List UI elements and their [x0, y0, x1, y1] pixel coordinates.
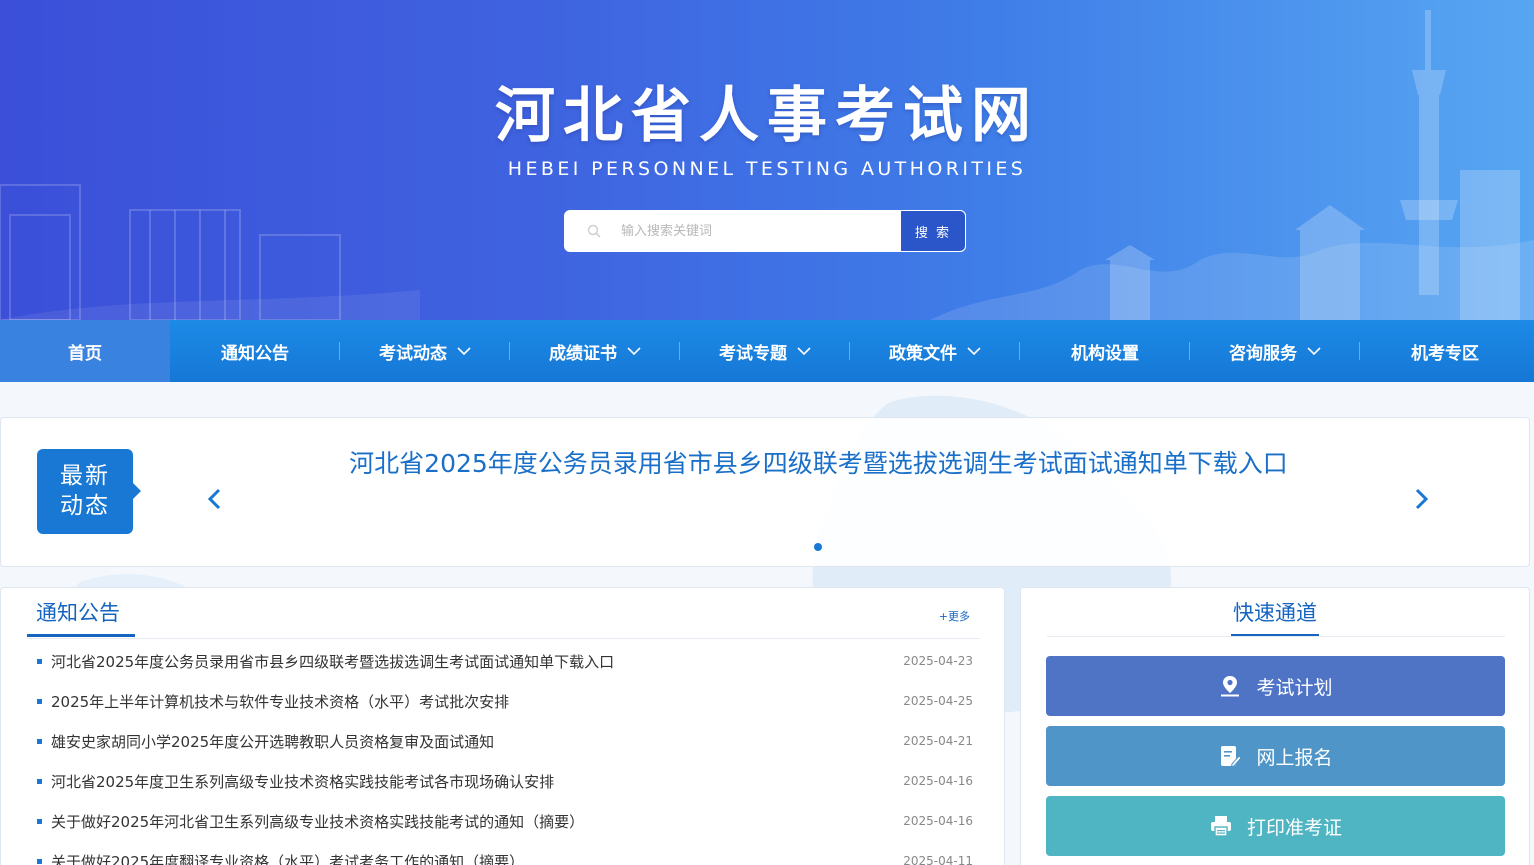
map-pin-icon	[1221, 676, 1240, 697]
search-icon	[587, 224, 601, 238]
nav-item-label: 咨询服务	[1229, 343, 1297, 364]
nav-item-organization[interactable]: 机构设置	[1020, 320, 1190, 382]
notice-list: 河北省2025年度公务员录用省市县乡四级联考暨选拔选调生考试面试通知单下载入口 …	[37, 641, 973, 865]
badge-line: 最新	[60, 463, 110, 489]
notice-item[interactable]: 河北省2025年度卫生系列高级专业技术资格实践技能考试各市现场确认安排 2025…	[37, 761, 973, 801]
nav-item-consulting[interactable]: 咨询服务	[1190, 320, 1360, 382]
notice-date: 2025-04-16	[903, 774, 973, 788]
edit-form-icon	[1221, 746, 1243, 768]
carousel-dot[interactable]	[814, 543, 822, 551]
nav-item-notices[interactable]: 通知公告	[170, 320, 340, 382]
button-label: 网上报名	[1256, 746, 1333, 769]
bullet-icon	[37, 738, 42, 744]
site-header: 河北省人事考试网 HEBEI PERSONNEL TESTING AUTHORI…	[0, 0, 1534, 320]
chevron-down-icon	[967, 346, 981, 355]
notice-title: 关于做好2025年河北省卫生系列高级专业技术资格实践技能考试的通知（摘要）	[51, 812, 585, 831]
bullet-icon	[37, 858, 42, 864]
nav-item-computer-exam[interactable]: 机考专区	[1360, 320, 1530, 382]
nav-item-scores-certificates[interactable]: 成绩证书	[510, 320, 680, 382]
site-subtitle: HEBEI PERSONNEL TESTING AUTHORITIES	[507, 158, 1027, 180]
notice-title: 河北省2025年度卫生系列高级专业技术资格实践技能考试各市现场确认安排	[51, 772, 555, 791]
button-label: 打印准考证	[1246, 816, 1342, 839]
more-link[interactable]: +更多	[939, 608, 970, 624]
title-underline	[1231, 634, 1319, 636]
search-button[interactable]: 搜 索	[900, 210, 966, 252]
nav-item-label: 机考专区	[1411, 343, 1479, 364]
chevron-down-icon	[797, 346, 811, 355]
badge-line: 动态	[60, 493, 110, 519]
search-input[interactable]	[621, 211, 881, 251]
nav-item-label: 成绩证书	[549, 343, 617, 364]
printer-icon	[1210, 816, 1231, 837]
panel-title: 快速通道	[1233, 601, 1317, 625]
nav-item-label: 考试专题	[719, 343, 787, 364]
notice-item[interactable]: 关于做好2025年河北省卫生系列高级专业技术资格实践技能考试的通知（摘要） 20…	[37, 801, 973, 841]
nav-item-label: 考试动态	[379, 343, 447, 364]
nav-item-label: 机构设置	[1071, 343, 1139, 364]
nav-item-label: 首页	[68, 343, 102, 364]
nav-item-policy-documents[interactable]: 政策文件	[850, 320, 1020, 382]
notice-title: 2025年上半年计算机技术与软件专业技术资格（水平）考试批次安排	[51, 692, 510, 711]
notice-date: 2025-04-25	[903, 694, 973, 708]
divider	[27, 638, 980, 639]
nav-item-exam-topics[interactable]: 考试专题	[680, 320, 850, 382]
notice-date: 2025-04-11	[903, 854, 973, 865]
chevron-down-icon	[1307, 346, 1321, 355]
notice-title: 雄安史家胡同小学2025年度公开选聘教职人员资格复审及面试通知	[51, 732, 495, 751]
notice-date: 2025-04-21	[903, 734, 973, 748]
latest-news-headline[interactable]: 河北省2025年度公务员录用省市县乡四级联考暨选拔选调生考试面试通知单下载入口	[231, 446, 1406, 482]
panel-title: 通知公告	[36, 601, 120, 625]
bullet-icon	[37, 698, 42, 704]
notice-title: 关于做好2025年度翻译专业资格（水平）考试考务工作的通知（摘要）	[51, 852, 525, 865]
notice-panel: 通知公告 +更多 河北省2025年度公务员录用省市县乡四级联考暨选拔选调生考试面…	[0, 587, 1005, 865]
divider	[1047, 636, 1505, 637]
chevron-down-icon	[457, 346, 471, 355]
main-nav: 首页 通知公告 考试动态 成绩证书 考试专题 政策文件 机构设置 咨询服务 机考…	[0, 320, 1534, 382]
notice-title: 河北省2025年度公务员录用省市县乡四级联考暨选拔选调生考试面试通知单下载入口	[51, 652, 615, 671]
notice-item[interactable]: 关于做好2025年度翻译专业资格（水平）考试考务工作的通知（摘要） 2025-0…	[37, 841, 973, 865]
chevron-right-icon[interactable]	[1411, 487, 1431, 511]
nav-item-label: 政策文件	[889, 343, 957, 364]
search-bar: 搜 索	[564, 210, 966, 252]
notice-date: 2025-04-16	[903, 814, 973, 828]
nav-item-home[interactable]: 首页	[0, 320, 170, 382]
online-registration-button[interactable]: 网上报名	[1046, 726, 1505, 786]
chevron-down-icon	[627, 346, 641, 355]
site-title: 河北省人事考试网	[495, 81, 1039, 151]
print-admission-ticket-button[interactable]: 打印准考证	[1046, 796, 1505, 856]
button-label: 考试计划	[1256, 676, 1333, 699]
nav-item-label: 通知公告	[221, 343, 289, 364]
nav-item-exam-news[interactable]: 考试动态	[340, 320, 510, 382]
bullet-icon	[37, 818, 42, 824]
bullet-icon	[37, 778, 42, 784]
bullet-icon	[37, 658, 42, 664]
notice-item[interactable]: 2025年上半年计算机技术与软件专业技术资格（水平）考试批次安排 2025-04…	[37, 681, 973, 721]
latest-news-bar: 最新 动态 河北省2025年度公务员录用省市县乡四级联考暨选拔选调生考试面试通知…	[0, 417, 1530, 567]
notice-date: 2025-04-23	[903, 654, 973, 668]
latest-news-badge: 最新 动态	[37, 449, 141, 534]
notice-item[interactable]: 雄安史家胡同小学2025年度公开选聘教职人员资格复审及面试通知 2025-04-…	[37, 721, 973, 761]
quick-access-panel: 快速通道 考试计划 网上报名 打印准考证	[1020, 587, 1530, 865]
title-underline	[27, 634, 135, 637]
chevron-left-icon[interactable]	[205, 487, 225, 511]
notice-item[interactable]: 河北省2025年度公务员录用省市县乡四级联考暨选拔选调生考试面试通知单下载入口 …	[37, 641, 973, 681]
exam-plan-button[interactable]: 考试计划	[1046, 656, 1505, 716]
